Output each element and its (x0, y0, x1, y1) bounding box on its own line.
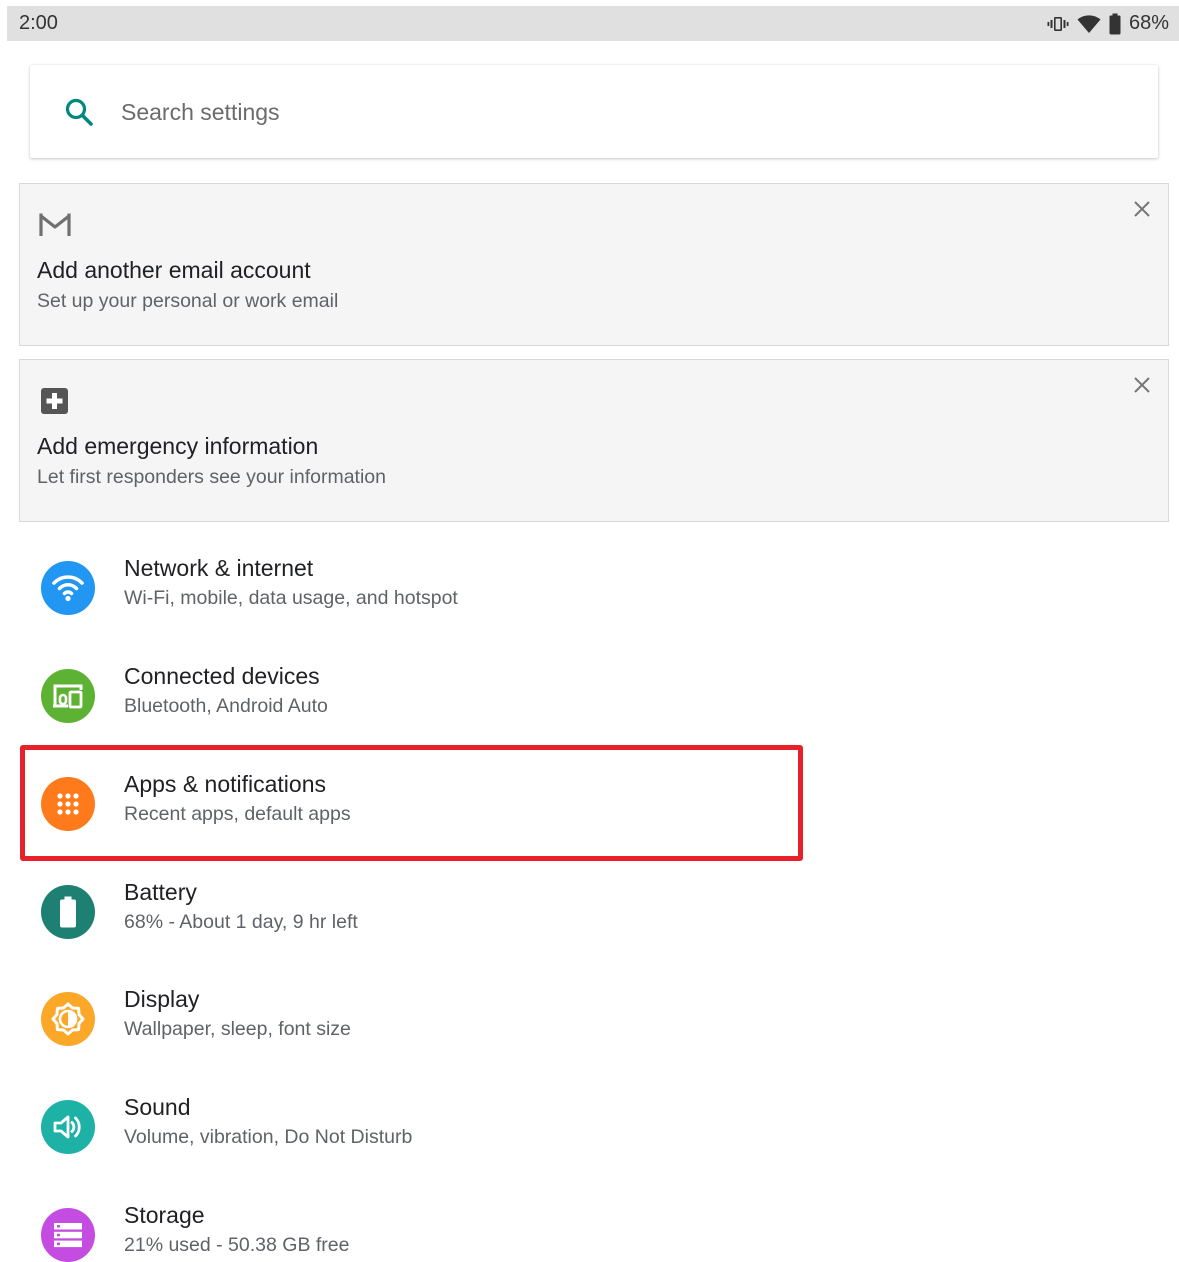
settings-item-subtitle: 68% - About 1 day, 9 hr left (124, 911, 358, 933)
settings-item-subtitle: Bluetooth, Android Auto (124, 695, 328, 717)
wifi-icon (1077, 14, 1101, 34)
suggestion-subtitle: Set up your personal or work email (37, 290, 339, 312)
suggestion-card-emergency[interactable]: Add emergency information Let first resp… (19, 359, 1169, 522)
search-bar[interactable] (30, 65, 1158, 158)
settings-item-subtitle: 21% used - 50.38 GB free (124, 1234, 350, 1256)
suggestion-title: Add emergency information (37, 433, 319, 459)
suggestion-title: Add another email account (37, 257, 311, 283)
settings-item-subtitle: Recent apps, default apps (124, 803, 351, 825)
settings-item-title: Connected devices (124, 663, 320, 689)
search-input[interactable] (121, 95, 1021, 129)
suggestion-card-email[interactable]: Add another email account Set up your pe… (19, 183, 1169, 346)
settings-item-title: Network & internet (124, 555, 314, 581)
status-icons: 68% (1047, 12, 1169, 35)
close-icon[interactable] (1130, 373, 1154, 397)
storage-icon (41, 1208, 95, 1262)
settings-item-subtitle: Wallpaper, sleep, font size (124, 1018, 351, 1040)
medical-cross-icon (38, 386, 72, 416)
gmail-icon (38, 210, 72, 240)
volume-icon (41, 1100, 95, 1154)
settings-item-title: Apps & notifications (124, 771, 327, 797)
settings-item-title: Battery (124, 879, 197, 905)
brightness-icon (41, 992, 95, 1046)
battery-icon (1109, 13, 1121, 35)
settings-item-display[interactable]: Display Wallpaper, sleep, font size (20, 969, 1160, 1069)
settings-item-sound[interactable]: Sound Volume, vibration, Do Not Disturb (20, 1077, 1160, 1177)
settings-item-battery[interactable]: Battery 68% - About 1 day, 9 hr left (20, 862, 1160, 962)
settings-item-network[interactable]: Network & internet Wi-Fi, mobile, data u… (20, 538, 1160, 638)
search-icon[interactable] (64, 97, 94, 127)
settings-item-title: Sound (124, 1094, 191, 1120)
settings-item-title: Display (124, 986, 200, 1012)
wifi-icon (41, 561, 95, 615)
settings-item-apps[interactable]: Apps & notifications Recent apps, defaul… (20, 754, 1160, 854)
battery-percent: 68% (1128, 12, 1169, 34)
close-icon[interactable] (1130, 197, 1154, 221)
settings-item-subtitle: Volume, vibration, Do Not Disturb (124, 1126, 413, 1148)
connected-devices-icon (41, 669, 95, 723)
suggestion-subtitle: Let first responders see your informatio… (37, 466, 387, 488)
status-time: 2:00 (19, 12, 58, 34)
settings-screen: 2:00 68% Search settings Add another ema… (0, 0, 1179, 1262)
settings-item-connected-devices[interactable]: Connected devices Bluetooth, Android Aut… (20, 646, 1160, 746)
status-bar: 2:00 68% (7, 6, 1179, 41)
settings-item-title: Storage (124, 1202, 205, 1228)
settings-item-storage[interactable]: Storage 21% used - 50.38 GB free (20, 1185, 1160, 1262)
settings-item-subtitle: Wi-Fi, mobile, data usage, and hotspot (124, 587, 458, 609)
apps-grid-icon (41, 777, 95, 831)
battery-icon (41, 885, 95, 939)
vibrate-icon (1047, 14, 1069, 34)
